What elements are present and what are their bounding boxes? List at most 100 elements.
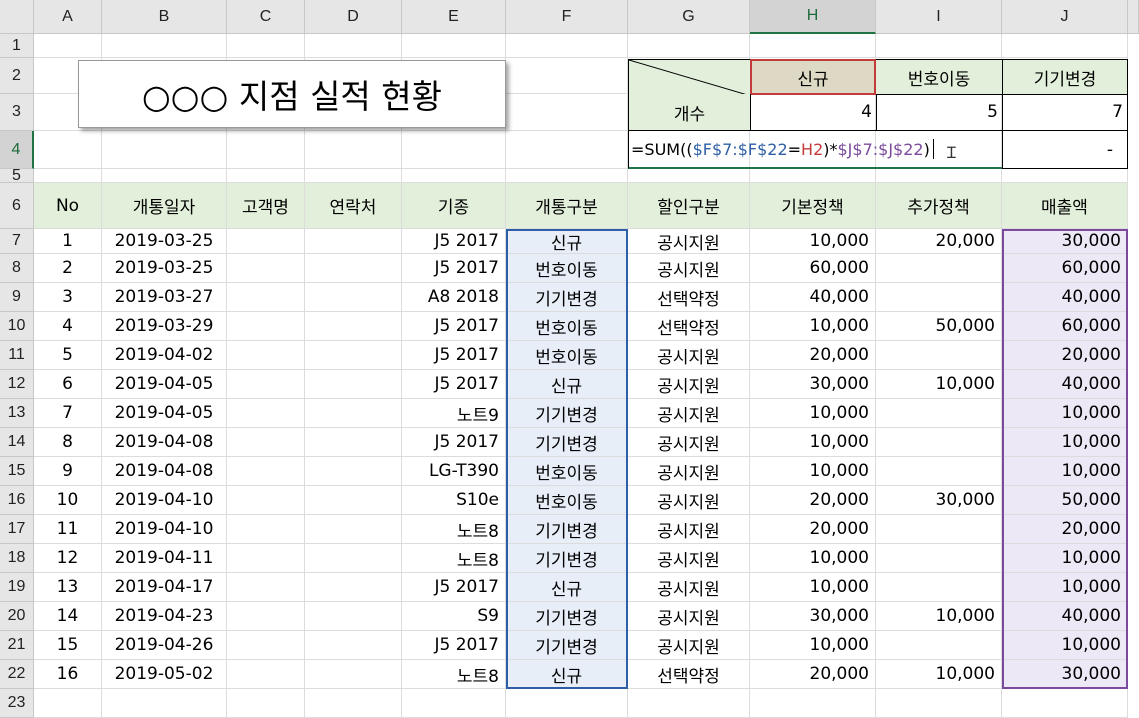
- table-row-cell[interactable]: 12: [34, 544, 102, 573]
- table-row-cell[interactable]: [876, 341, 1002, 370]
- table-row-cell[interactable]: [227, 370, 305, 399]
- column-header-f[interactable]: F: [506, 0, 628, 34]
- table-row-cell[interactable]: 신규: [506, 660, 628, 689]
- table-row-cell[interactable]: 8: [34, 428, 102, 457]
- table-row-cell[interactable]: 선택약정: [628, 660, 750, 689]
- select-all-corner[interactable]: [0, 0, 34, 34]
- cell-C1[interactable]: [227, 34, 305, 58]
- table-row-cell[interactable]: J5 2017: [402, 254, 506, 283]
- row-header-11[interactable]: 11: [0, 341, 34, 370]
- table-row-cell[interactable]: 기기변경: [506, 283, 628, 312]
- table-row-cell[interactable]: 10,000: [750, 457, 876, 486]
- cell-H23[interactable]: [750, 689, 876, 718]
- table-row-cell[interactable]: 9: [34, 457, 102, 486]
- cell-E4[interactable]: [402, 131, 506, 169]
- table-header-d[interactable]: 연락처: [305, 183, 402, 229]
- row-header-9[interactable]: 9: [0, 283, 34, 312]
- title-textbox[interactable]: ○○○ 지점 실적 현황: [78, 60, 506, 128]
- table-row-cell[interactable]: 10,000: [750, 312, 876, 341]
- row-header-8[interactable]: 8: [0, 254, 34, 283]
- row-header-6[interactable]: 6: [0, 183, 34, 229]
- table-row-cell[interactable]: 공시지원: [628, 370, 750, 399]
- table-row-cell[interactable]: S10e: [402, 486, 506, 515]
- table-row-cell[interactable]: 2019-05-02: [102, 660, 227, 689]
- cell-A1[interactable]: [34, 34, 102, 58]
- table-row-cell[interactable]: [227, 254, 305, 283]
- table-row-cell[interactable]: 5: [34, 341, 102, 370]
- table-row-cell[interactable]: 노트8: [402, 544, 506, 573]
- table-row-cell[interactable]: 선택약정: [628, 312, 750, 341]
- table-row-cell[interactable]: 기기변경: [506, 399, 628, 428]
- table-row-cell[interactable]: 50,000: [876, 312, 1002, 341]
- table-row-cell[interactable]: 20,000: [876, 229, 1002, 254]
- cell-F4[interactable]: [506, 131, 628, 169]
- table-row-cell[interactable]: 공시지원: [628, 229, 750, 254]
- table-row-cell[interactable]: [305, 631, 402, 660]
- row-header-13[interactable]: 13: [0, 399, 34, 428]
- cell-J5[interactable]: [1002, 169, 1128, 183]
- row-header-7[interactable]: 7: [0, 229, 34, 254]
- table-row-cell[interactable]: 10: [34, 486, 102, 515]
- column-header-d[interactable]: D: [305, 0, 402, 34]
- cell-E23[interactable]: [402, 689, 506, 718]
- table-row-cell[interactable]: 60,000: [1002, 312, 1128, 341]
- row-header-12[interactable]: 12: [0, 370, 34, 399]
- table-row-cell[interactable]: 10,000: [1002, 457, 1128, 486]
- row-header-3[interactable]: 3: [0, 94, 34, 131]
- table-row-cell[interactable]: [876, 283, 1002, 312]
- table-row-cell[interactable]: 30,000: [1002, 660, 1128, 689]
- table-row-cell[interactable]: 번호이동: [506, 486, 628, 515]
- table-row-cell[interactable]: 30,000: [750, 370, 876, 399]
- table-row-cell[interactable]: [305, 312, 402, 341]
- table-header-h[interactable]: 기본정책: [750, 183, 876, 229]
- table-row-cell[interactable]: 20,000: [750, 341, 876, 370]
- table-row-cell[interactable]: J5 2017: [402, 229, 506, 254]
- table-header-j[interactable]: 매출액: [1002, 183, 1128, 229]
- table-row-cell[interactable]: [227, 341, 305, 370]
- summary-count-portin[interactable]: 5: [876, 94, 1002, 131]
- table-row-cell[interactable]: [876, 515, 1002, 544]
- table-row-cell[interactable]: S9: [402, 602, 506, 631]
- table-row-cell[interactable]: [305, 341, 402, 370]
- table-row-cell[interactable]: [227, 457, 305, 486]
- table-row-cell[interactable]: 공시지원: [628, 399, 750, 428]
- table-row-cell[interactable]: 20,000: [750, 515, 876, 544]
- cell-F5[interactable]: [506, 169, 628, 183]
- table-row-cell[interactable]: 기기변경: [506, 544, 628, 573]
- table-row-cell[interactable]: 10,000: [750, 573, 876, 602]
- table-row-cell[interactable]: [227, 229, 305, 254]
- cell-I23[interactable]: [876, 689, 1002, 718]
- table-row-cell[interactable]: [305, 254, 402, 283]
- table-row-cell[interactable]: 공시지원: [628, 486, 750, 515]
- table-header-c[interactable]: 고객명: [227, 183, 305, 229]
- summary-header-portin[interactable]: 번호이동: [876, 59, 1002, 95]
- table-row-cell[interactable]: 30,000: [1002, 229, 1128, 254]
- table-row-cell[interactable]: 공시지원: [628, 515, 750, 544]
- table-row-cell[interactable]: 10,000: [750, 399, 876, 428]
- table-row-cell[interactable]: 20,000: [750, 660, 876, 689]
- column-header-h[interactable]: H: [750, 0, 876, 34]
- table-row-cell[interactable]: 번호이동: [506, 457, 628, 486]
- table-row-cell[interactable]: 10,000: [750, 229, 876, 254]
- table-row-cell[interactable]: 노트9: [402, 399, 506, 428]
- table-row-cell[interactable]: 30,000: [750, 602, 876, 631]
- table-row-cell[interactable]: 2019-03-25: [102, 229, 227, 254]
- cell-G1[interactable]: [628, 34, 750, 58]
- column-header-c[interactable]: C: [227, 0, 305, 34]
- table-header-b[interactable]: 개통일자: [102, 183, 227, 229]
- cell-H1[interactable]: [750, 34, 876, 58]
- cell-G23[interactable]: [628, 689, 750, 718]
- table-row-cell[interactable]: 16: [34, 660, 102, 689]
- table-row-cell[interactable]: 2019-03-27: [102, 283, 227, 312]
- table-row-cell[interactable]: 10,000: [1002, 544, 1128, 573]
- table-row-cell[interactable]: 2019-04-05: [102, 399, 227, 428]
- table-row-cell[interactable]: 번호이동: [506, 312, 628, 341]
- table-row-cell[interactable]: 2019-03-25: [102, 254, 227, 283]
- table-row-cell[interactable]: 2: [34, 254, 102, 283]
- table-row-cell[interactable]: 10,000: [750, 428, 876, 457]
- cell-G5[interactable]: [628, 169, 750, 183]
- table-row-cell[interactable]: A8 2018: [402, 283, 506, 312]
- table-row-cell[interactable]: [227, 428, 305, 457]
- cell-F2[interactable]: [506, 58, 628, 94]
- table-row-cell[interactable]: 15: [34, 631, 102, 660]
